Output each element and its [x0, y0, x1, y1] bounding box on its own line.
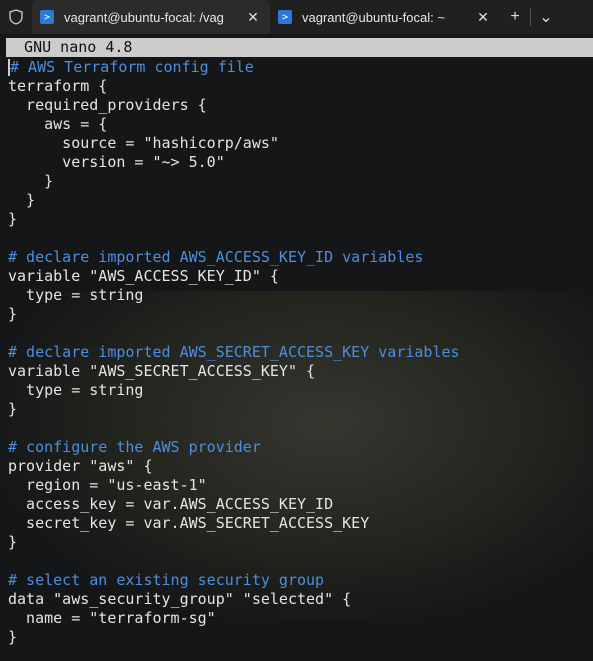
nano-header: GNU nano 4.8	[6, 38, 593, 57]
code-line: access_key = var.AWS_ACCESS_KEY_ID	[8, 495, 334, 513]
code-line: type = string	[8, 286, 144, 304]
code-line: variable "AWS_ACCESS_KEY_ID" {	[8, 267, 279, 285]
code-line: version = "~> 5.0"	[8, 153, 225, 171]
code-comment-line: # declare imported AWS_ACCESS_KEY_ID var…	[8, 248, 424, 266]
code-comment-line: # configure the AWS provider	[8, 438, 261, 456]
code-line: }	[8, 210, 18, 228]
code-line: }	[8, 305, 18, 323]
code-line: }	[8, 400, 18, 418]
code-line: }	[8, 533, 18, 551]
terminal-area[interactable]: GNU nano 4.8 # AWS Terraform config file…	[0, 34, 593, 661]
code-line: source = "hashicorp/aws"	[8, 134, 279, 152]
tab-vagrant-vag[interactable]: > vagrant@ubuntu-focal: /vag ✕	[32, 0, 270, 34]
code-line: data "aws_security_group" "selected" {	[8, 590, 352, 608]
code-line: }	[8, 191, 36, 209]
code-line: aws = {	[8, 115, 108, 133]
code-line: required_providers {	[8, 96, 207, 114]
tab-vagrant-home[interactable]: > vagrant@ubuntu-focal: ~ ✕	[270, 0, 500, 34]
new-tab-button[interactable]: +	[500, 8, 530, 26]
code-line: secret_key = var.AWS_SECRET_ACCESS_KEY	[8, 514, 370, 532]
code-comment-line: # declare imported AWS_SECRET_ACCESS_KEY…	[8, 343, 460, 361]
code-comment-line: # select an existing security group	[8, 571, 325, 589]
editor-buffer[interactable]: # AWS Terraform config file terraform { r…	[8, 58, 593, 647]
tab-title: vagrant@ubuntu-focal: ~	[302, 9, 445, 25]
tab-title: vagrant@ubuntu-focal: /vag	[64, 9, 224, 25]
code-line: variable "AWS_SECRET_ACCESS_KEY" {	[8, 362, 316, 380]
tab-bar: > vagrant@ubuntu-focal: /vag ✕ > vagrant…	[0, 0, 593, 34]
code-line: region = "us-east-1"	[8, 476, 207, 494]
chevron-down-icon[interactable]: ⌄	[531, 7, 561, 27]
powershell-icon: >	[278, 10, 292, 24]
shield-icon[interactable]	[0, 0, 32, 34]
code-line: terraform {	[8, 77, 108, 95]
close-tab-icon[interactable]: ✕	[244, 9, 262, 26]
code-line: }	[8, 628, 18, 646]
code-line: name = "terraform-sg"	[8, 609, 216, 627]
close-tab-icon[interactable]: ✕	[474, 9, 492, 26]
code-line: provider "aws" {	[8, 457, 153, 475]
text-cursor	[8, 59, 10, 76]
code-line: type = string	[8, 381, 144, 399]
powershell-icon: >	[40, 10, 54, 24]
code-line: }	[8, 172, 54, 190]
code-comment-line: # AWS Terraform config file	[8, 58, 254, 76]
